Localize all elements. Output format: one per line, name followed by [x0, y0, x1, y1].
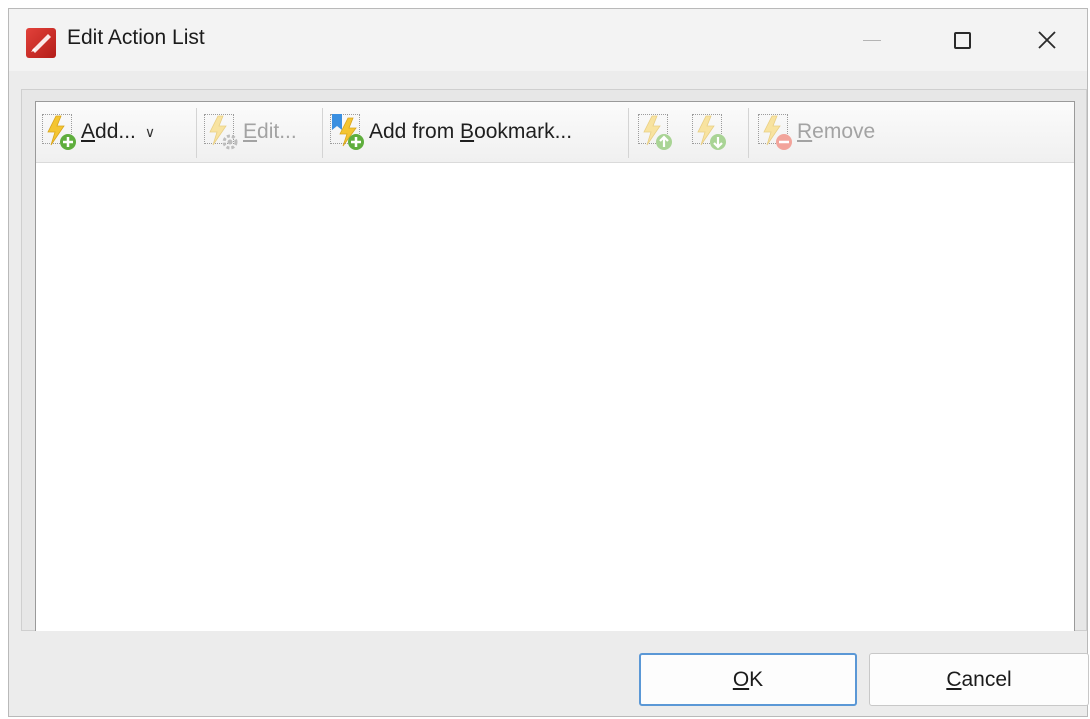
close-icon: [1038, 31, 1056, 49]
lightning-remove-icon: [756, 112, 794, 152]
toolbar-separator: [196, 108, 197, 158]
action-list-panel: Add... ∨ Edit... Add from Bookmark... Re…: [35, 101, 1075, 631]
maximize-button[interactable]: [917, 9, 1007, 71]
add-from-bookmark-button[interactable]: Add from Bookmark...: [328, 108, 572, 156]
toolbar-separator: [322, 108, 323, 158]
ok-button[interactable]: OK: [639, 653, 857, 706]
minimize-button[interactable]: [827, 9, 917, 71]
minimize-icon: [863, 39, 881, 41]
toolbar-separator: [628, 108, 629, 158]
maximize-icon: [953, 31, 971, 49]
add-action-label: Add...: [81, 120, 136, 143]
add-from-bookmark-label: Add from Bookmark...: [369, 120, 573, 143]
toolbar-separator: [748, 108, 749, 158]
remove-action-button[interactable]: Remove: [756, 108, 875, 156]
add-action-button[interactable]: Add... ∨: [40, 108, 155, 156]
ok-label: OK: [732, 667, 764, 691]
edit-action-button[interactable]: Edit...: [202, 108, 297, 156]
cancel-button[interactable]: Cancel: [869, 653, 1089, 706]
lightning-add-icon: [40, 112, 78, 152]
action-list[interactable]: [36, 163, 1074, 631]
action-toolbar: Add... ∨ Edit... Add from Bookmark... Re…: [36, 102, 1074, 163]
close-button[interactable]: [1005, 9, 1089, 71]
bookmark-lightning-add-icon: [328, 112, 366, 152]
title-bar: Edit Action List: [9, 9, 1087, 71]
move-down-button[interactable]: [690, 108, 731, 156]
cancel-label: Cancel: [946, 667, 1012, 691]
app-logo-icon: [26, 28, 56, 58]
move-up-button[interactable]: [636, 108, 677, 156]
window-title: Edit Action List: [67, 26, 205, 49]
lightning-down-icon: [690, 112, 728, 152]
lightning-gear-icon: [202, 112, 240, 152]
edit-action-label: Edit...: [243, 120, 297, 143]
remove-action-label: Remove: [797, 120, 876, 143]
lightning-up-icon: [636, 112, 674, 152]
chevron-down-icon[interactable]: ∨: [145, 124, 155, 141]
edit-action-list-dialog: Edit Action List Add... ∨ Edit... Add fr…: [8, 8, 1089, 717]
